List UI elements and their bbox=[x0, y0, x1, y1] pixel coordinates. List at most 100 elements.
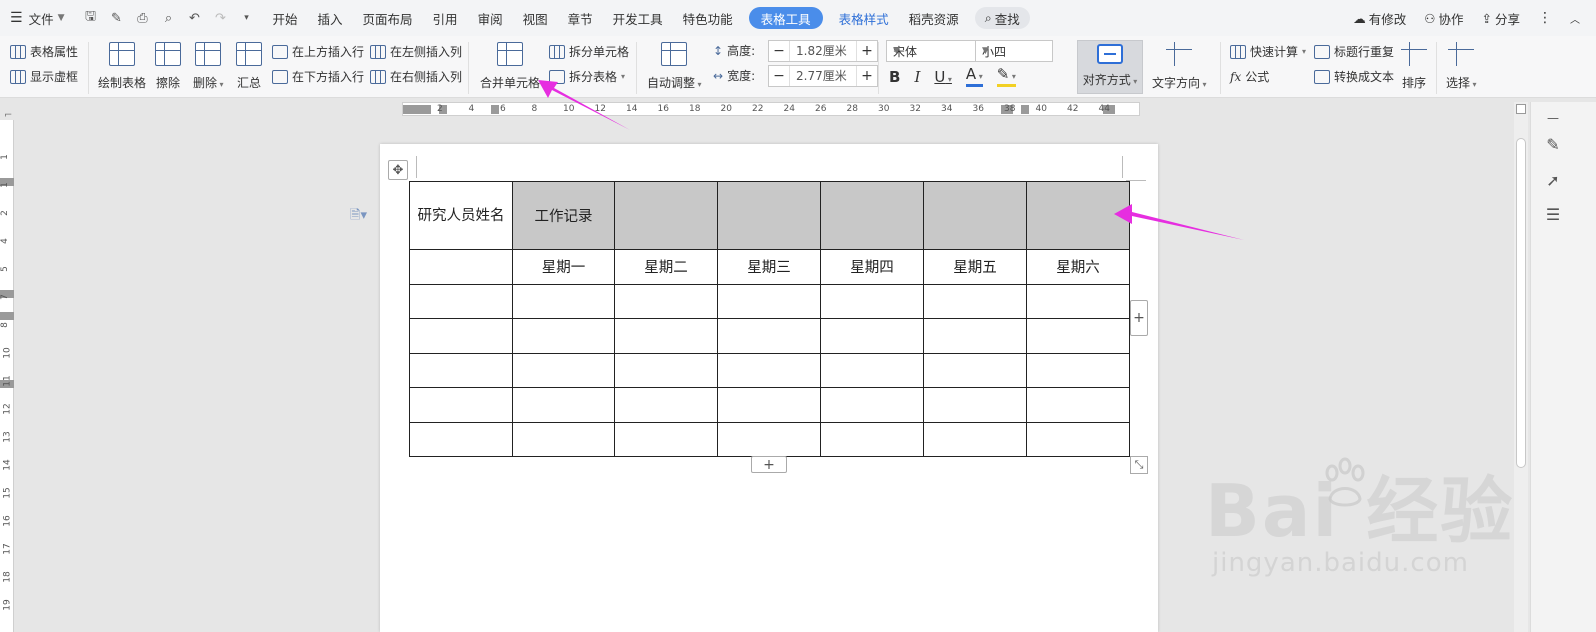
cell-friday[interactable]: 星期五 bbox=[923, 249, 1027, 285]
cell-monday[interactable]: 星期一 bbox=[512, 249, 615, 285]
text-direction-button[interactable]: 文字方向 ▾ bbox=[1152, 42, 1207, 91]
sort-button[interactable]: 排序 bbox=[1401, 42, 1427, 91]
undo-icon[interactable]: ↶ bbox=[185, 8, 205, 28]
cell-tuesday[interactable]: 星期二 bbox=[614, 249, 718, 285]
to-text-button[interactable]: 转换成文本 bbox=[1314, 68, 1394, 85]
plus-icon[interactable]: + bbox=[857, 66, 877, 86]
scroll-top-button[interactable] bbox=[1516, 104, 1526, 114]
insert-col-right-button[interactable]: 在右侧插入列 bbox=[370, 68, 462, 85]
tab-features[interactable]: 特色功能 bbox=[673, 0, 743, 36]
table-cell[interactable] bbox=[820, 352, 924, 388]
tab-view[interactable]: 视图 bbox=[513, 0, 558, 36]
formula-button[interactable]: fx 公式 bbox=[1230, 68, 1269, 85]
table-cell[interactable] bbox=[820, 318, 924, 354]
plus-icon[interactable]: + bbox=[857, 41, 877, 61]
cell-shaded[interactable] bbox=[614, 181, 718, 250]
italic-icon[interactable]: I bbox=[914, 68, 920, 86]
table-cell[interactable] bbox=[512, 352, 615, 388]
cell-wednesday[interactable]: 星期三 bbox=[717, 249, 821, 285]
tab-developer[interactable]: 开发工具 bbox=[603, 0, 673, 36]
underline-icon[interactable]: U ▾ bbox=[934, 68, 952, 86]
tab-insert[interactable]: 插入 bbox=[308, 0, 353, 36]
summary-button[interactable]: 汇总 bbox=[236, 42, 262, 91]
show-grid-button[interactable]: 显示虚框 bbox=[10, 68, 78, 85]
align-button[interactable]: 对齐方式 ▾ bbox=[1077, 40, 1143, 94]
table-cell[interactable] bbox=[409, 249, 513, 285]
width-spinner[interactable]: −2.77厘米 + bbox=[768, 65, 878, 87]
cell-saturday[interactable]: 星期六 bbox=[1026, 249, 1130, 285]
height-value[interactable]: 1.82厘米 bbox=[789, 41, 857, 61]
tab-docer-resources[interactable]: 稻壳资源 bbox=[899, 0, 969, 36]
insert-row-above-button[interactable]: 在上方插入行 bbox=[272, 43, 364, 60]
cell-work-record[interactable]: 工作记录 bbox=[512, 181, 615, 250]
collapse-ribbon-icon[interactable]: ︿ bbox=[1570, 11, 1580, 26]
table-cell[interactable] bbox=[717, 283, 821, 319]
tab-start[interactable]: 开始 bbox=[263, 0, 308, 36]
split-cells-button[interactable]: 拆分单元格 bbox=[549, 43, 629, 60]
tab-page-layout[interactable]: 页面布局 bbox=[353, 0, 423, 36]
pen-icon[interactable]: ✎ bbox=[1541, 132, 1565, 156]
redo-icon[interactable]: ↷ bbox=[211, 8, 231, 28]
table-cell[interactable] bbox=[512, 387, 615, 423]
select-button[interactable]: 选择 ▾ bbox=[1446, 42, 1477, 91]
paragraph-layout-icon[interactable]: 🗎▾ bbox=[350, 206, 367, 228]
table-cell[interactable] bbox=[717, 352, 821, 388]
cell-thursday[interactable]: 星期四 bbox=[820, 249, 924, 285]
pointer-icon[interactable]: ➚ bbox=[1541, 168, 1565, 192]
table-cell[interactable] bbox=[717, 318, 821, 354]
table-move-handle[interactable]: ✥ bbox=[388, 160, 408, 180]
split-table-button[interactable]: 拆分表格 ▾ bbox=[549, 68, 625, 85]
tab-table-tools[interactable]: 表格工具 bbox=[748, 7, 823, 29]
file-menu[interactable]: ☰ 文件 ▼ bbox=[0, 0, 75, 36]
tab-sections[interactable]: 章节 bbox=[558, 0, 603, 36]
cell-shaded[interactable] bbox=[820, 181, 924, 250]
cell-shaded[interactable] bbox=[1026, 181, 1130, 250]
table-cell[interactable] bbox=[923, 387, 1027, 423]
table-cell[interactable] bbox=[409, 387, 513, 423]
width-value[interactable]: 2.77厘米 bbox=[789, 66, 857, 86]
table-cell[interactable] bbox=[820, 421, 924, 457]
print-preview-icon[interactable]: ⌕ bbox=[159, 8, 179, 28]
minus-icon[interactable]: − bbox=[769, 66, 789, 86]
add-row-button[interactable]: + bbox=[751, 456, 787, 473]
table-cell[interactable] bbox=[1026, 283, 1130, 319]
collapse-panel-icon[interactable]: — bbox=[1541, 106, 1565, 130]
quick-calc-button[interactable]: 快速计算 ▾ bbox=[1230, 43, 1306, 60]
merge-cells-button[interactable]: 合并单元格 bbox=[480, 42, 540, 91]
tab-table-style[interactable]: 表格样式 bbox=[829, 0, 899, 36]
minus-icon[interactable]: − bbox=[769, 41, 789, 61]
table-cell[interactable] bbox=[717, 387, 821, 423]
format-painter-icon[interactable]: ✎ bbox=[107, 8, 127, 28]
repeat-header-button[interactable]: 标题行重复 bbox=[1314, 43, 1394, 60]
print-icon[interactable]: ⎙ bbox=[133, 8, 153, 28]
tab-references[interactable]: 引用 bbox=[423, 0, 468, 36]
table-cell[interactable] bbox=[1026, 387, 1130, 423]
table-cell[interactable] bbox=[923, 283, 1027, 319]
table-cell[interactable] bbox=[820, 387, 924, 423]
table-cell[interactable] bbox=[717, 421, 821, 457]
search-button[interactable]: ⌕ 查找 bbox=[974, 7, 1030, 29]
table-props-button[interactable]: 表格属性 bbox=[10, 43, 78, 60]
settings-sliders-icon[interactable]: ☰ bbox=[1541, 202, 1565, 226]
bold-icon[interactable]: B bbox=[889, 68, 900, 86]
table-cell[interactable] bbox=[614, 352, 718, 388]
delete-button[interactable]: 删除 ▾ bbox=[193, 42, 224, 91]
table-cell[interactable] bbox=[614, 283, 718, 319]
collab-button[interactable]: ⚇ 协作 bbox=[1424, 9, 1463, 28]
cell-shaded[interactable] bbox=[717, 181, 821, 250]
table-cell[interactable] bbox=[1026, 352, 1130, 388]
draw-table-button[interactable]: 绘制表格 bbox=[98, 42, 146, 91]
table-cell[interactable] bbox=[923, 318, 1027, 354]
table-cell[interactable] bbox=[614, 387, 718, 423]
highlight-icon[interactable]: ✎ ▾ bbox=[996, 67, 1016, 87]
font-color-icon[interactable]: A ▾ bbox=[965, 67, 983, 87]
more-menu-icon[interactable]: ⋮ bbox=[1538, 10, 1552, 26]
table-cell[interactable] bbox=[923, 421, 1027, 457]
height-spinner[interactable]: −1.82厘米 + bbox=[768, 40, 878, 62]
table-cell[interactable] bbox=[409, 421, 513, 457]
auto-fit-button[interactable]: 自动调整 ▾ bbox=[647, 42, 702, 91]
table-cell[interactable] bbox=[512, 318, 615, 354]
more-icon[interactable]: ▾ bbox=[237, 8, 257, 28]
table-cell[interactable] bbox=[614, 421, 718, 457]
table-cell[interactable] bbox=[409, 318, 513, 354]
